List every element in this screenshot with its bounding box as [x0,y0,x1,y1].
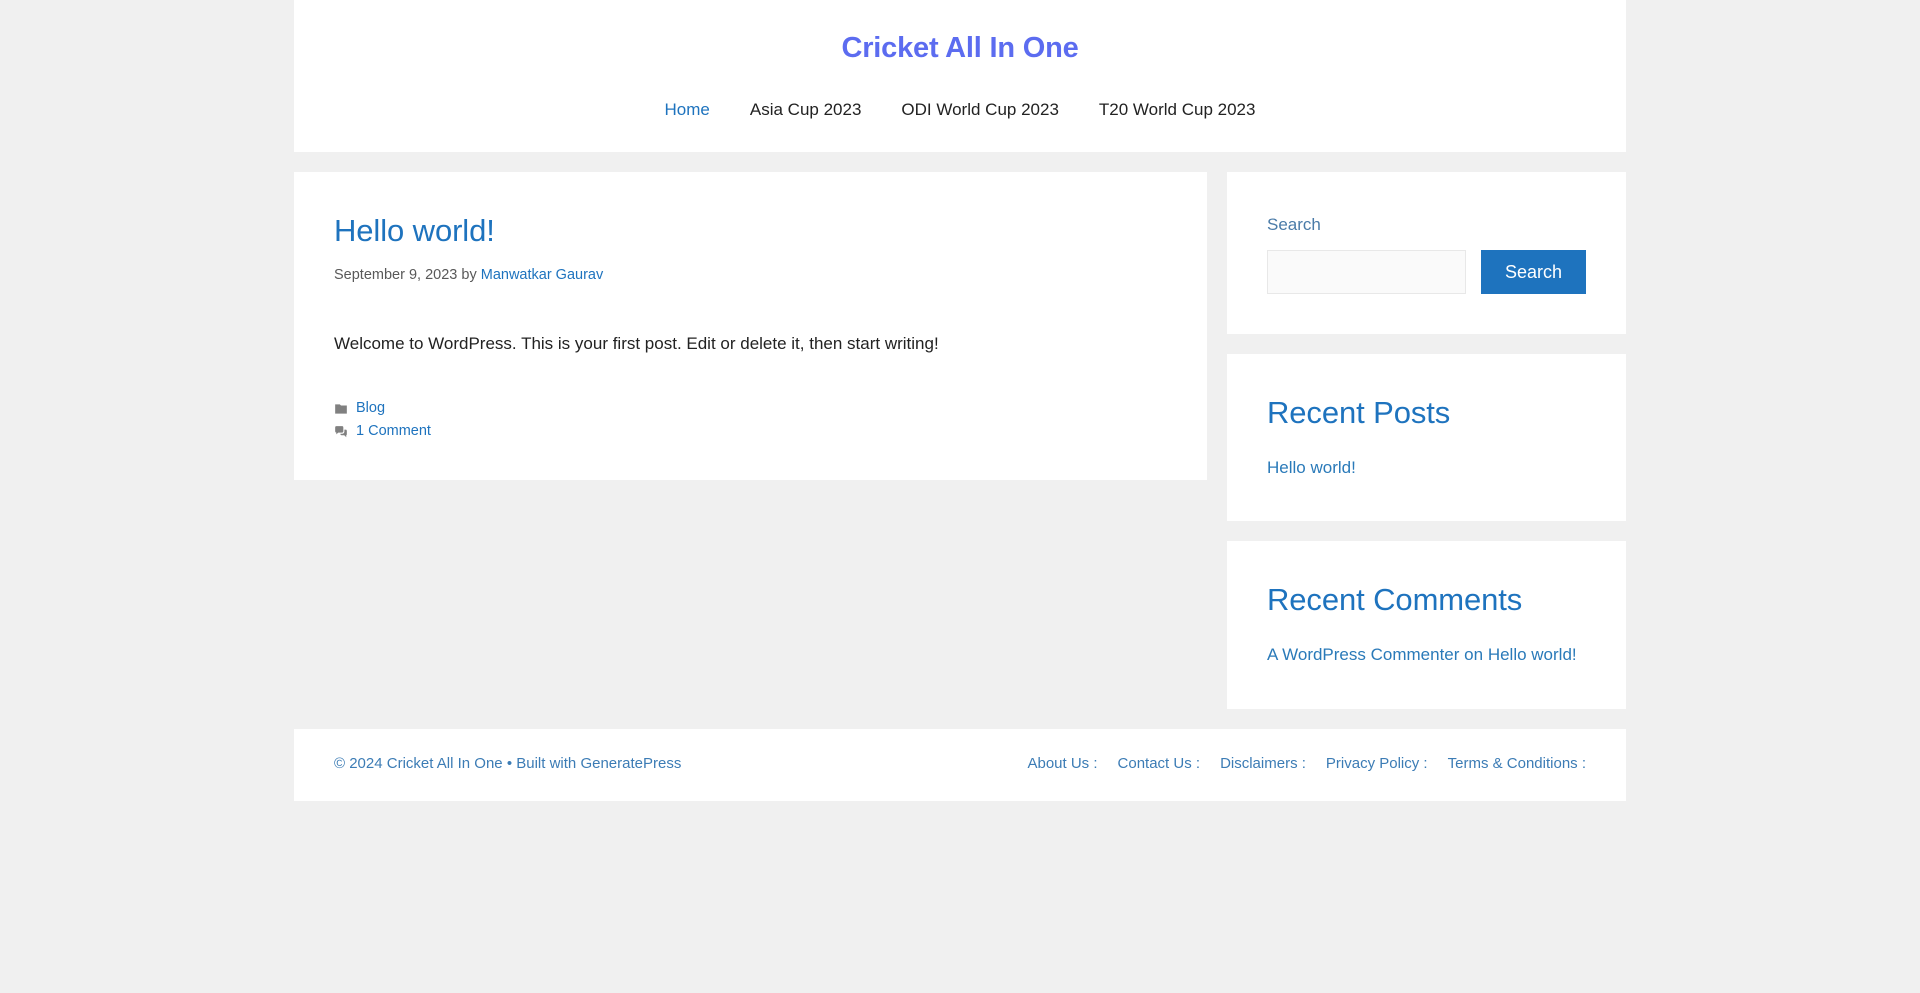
page-root: Cricket All In One Home Asia Cup 2023 OD… [0,0,1920,993]
comment-separator: on [1464,645,1484,665]
footer-link-contact-us[interactable]: Contact Us : [1108,753,1211,776]
sidebar: Search Search Recent Posts Hello world! [1227,172,1626,709]
footer-link-disclaimers[interactable]: Disclaimers : [1210,753,1316,776]
nav-item-asia-cup-2023[interactable]: Asia Cup 2023 [730,97,882,123]
search-widget: Search Search [1227,172,1626,334]
search-button[interactable]: Search [1480,249,1586,294]
comment-post-link[interactable]: Hello world! [1488,645,1577,664]
nav-item-t20-world-cup-2023[interactable]: T20 World Cup 2023 [1079,97,1276,123]
recent-post-link[interactable]: Hello world! [1267,458,1356,477]
search-input[interactable] [1267,249,1466,294]
primary-navigation: Home Asia Cup 2023 ODI World Cup 2023 T2… [294,97,1626,123]
content-area: Hello world! September 9, 2023 by Manwat… [294,172,1207,481]
post-author-link[interactable]: Manwatkar Gaurav [481,267,604,283]
folder-icon [334,402,348,416]
site-footer: © 2024 Cricket All In One • Built with G… [294,728,1626,801]
post-by-label: by [461,267,477,284]
post-comments-row: 1 Comment [334,421,1167,442]
footer-copyright-text: © 2024 Cricket All In One [334,755,503,773]
site-title[interactable]: Cricket All In One [294,31,1626,66]
post-title[interactable]: Hello world! [334,212,1167,249]
site-body: Hello world! September 9, 2023 by Manwat… [294,152,1626,709]
post-meta: September 9, 2023 by Manwatkar Gaurav [334,265,1167,287]
post-category-row: Blog [334,398,1167,419]
recent-comments-widget: Recent Comments A WordPress Commenter on… [1227,541,1626,709]
footer-bullet: • [506,755,513,773]
list-item: A WordPress Commenter on Hello world! [1267,642,1586,668]
recent-posts-list: Hello world! [1267,455,1586,481]
search-label: Search [1267,215,1321,234]
post-content: Welcome to WordPress. This is your first… [334,333,939,353]
footer-built-with-text: Built with [516,755,577,773]
recent-posts-title: Recent Posts [1267,394,1451,430]
post-comments-link[interactable]: 1 Comment [356,421,431,442]
footer-generatepress-link[interactable]: GeneratePress [580,755,681,772]
post-date: September 9, 2023 [334,267,458,284]
list-item: Hello world! [1267,455,1586,481]
footer-link-privacy-policy[interactable]: Privacy Policy : [1316,753,1438,776]
nav-item-home[interactable]: Home [645,97,730,123]
footer-link-about-us[interactable]: About Us : [1017,753,1107,776]
footer-link-terms-conditions[interactable]: Terms & Conditions : [1438,753,1586,776]
post-article: Hello world! September 9, 2023 by Manwat… [294,172,1207,481]
post-footer-meta: Blog 1 Comment [334,398,1167,442]
comment-author-link[interactable]: A WordPress Commenter [1267,645,1459,664]
recent-posts-widget: Recent Posts Hello world! [1227,353,1626,522]
nav-item-odi-world-cup-2023[interactable]: ODI World Cup 2023 [881,97,1078,123]
site-container: Cricket All In One Home Asia Cup 2023 OD… [294,0,1626,801]
site-header: Cricket All In One Home Asia Cup 2023 OD… [294,0,1626,152]
recent-comments-list: A WordPress Commenter on Hello world! [1267,642,1586,668]
footer-navigation: About Us : Contact Us : Disclaimers : Pr… [1017,753,1586,776]
footer-copyright: © 2024 Cricket All In One • Built with G… [334,753,681,776]
search-form: Search [1267,249,1586,294]
comments-icon [334,425,348,439]
recent-comments-title: Recent Comments [1267,582,1523,618]
post-category-link[interactable]: Blog [356,398,385,419]
